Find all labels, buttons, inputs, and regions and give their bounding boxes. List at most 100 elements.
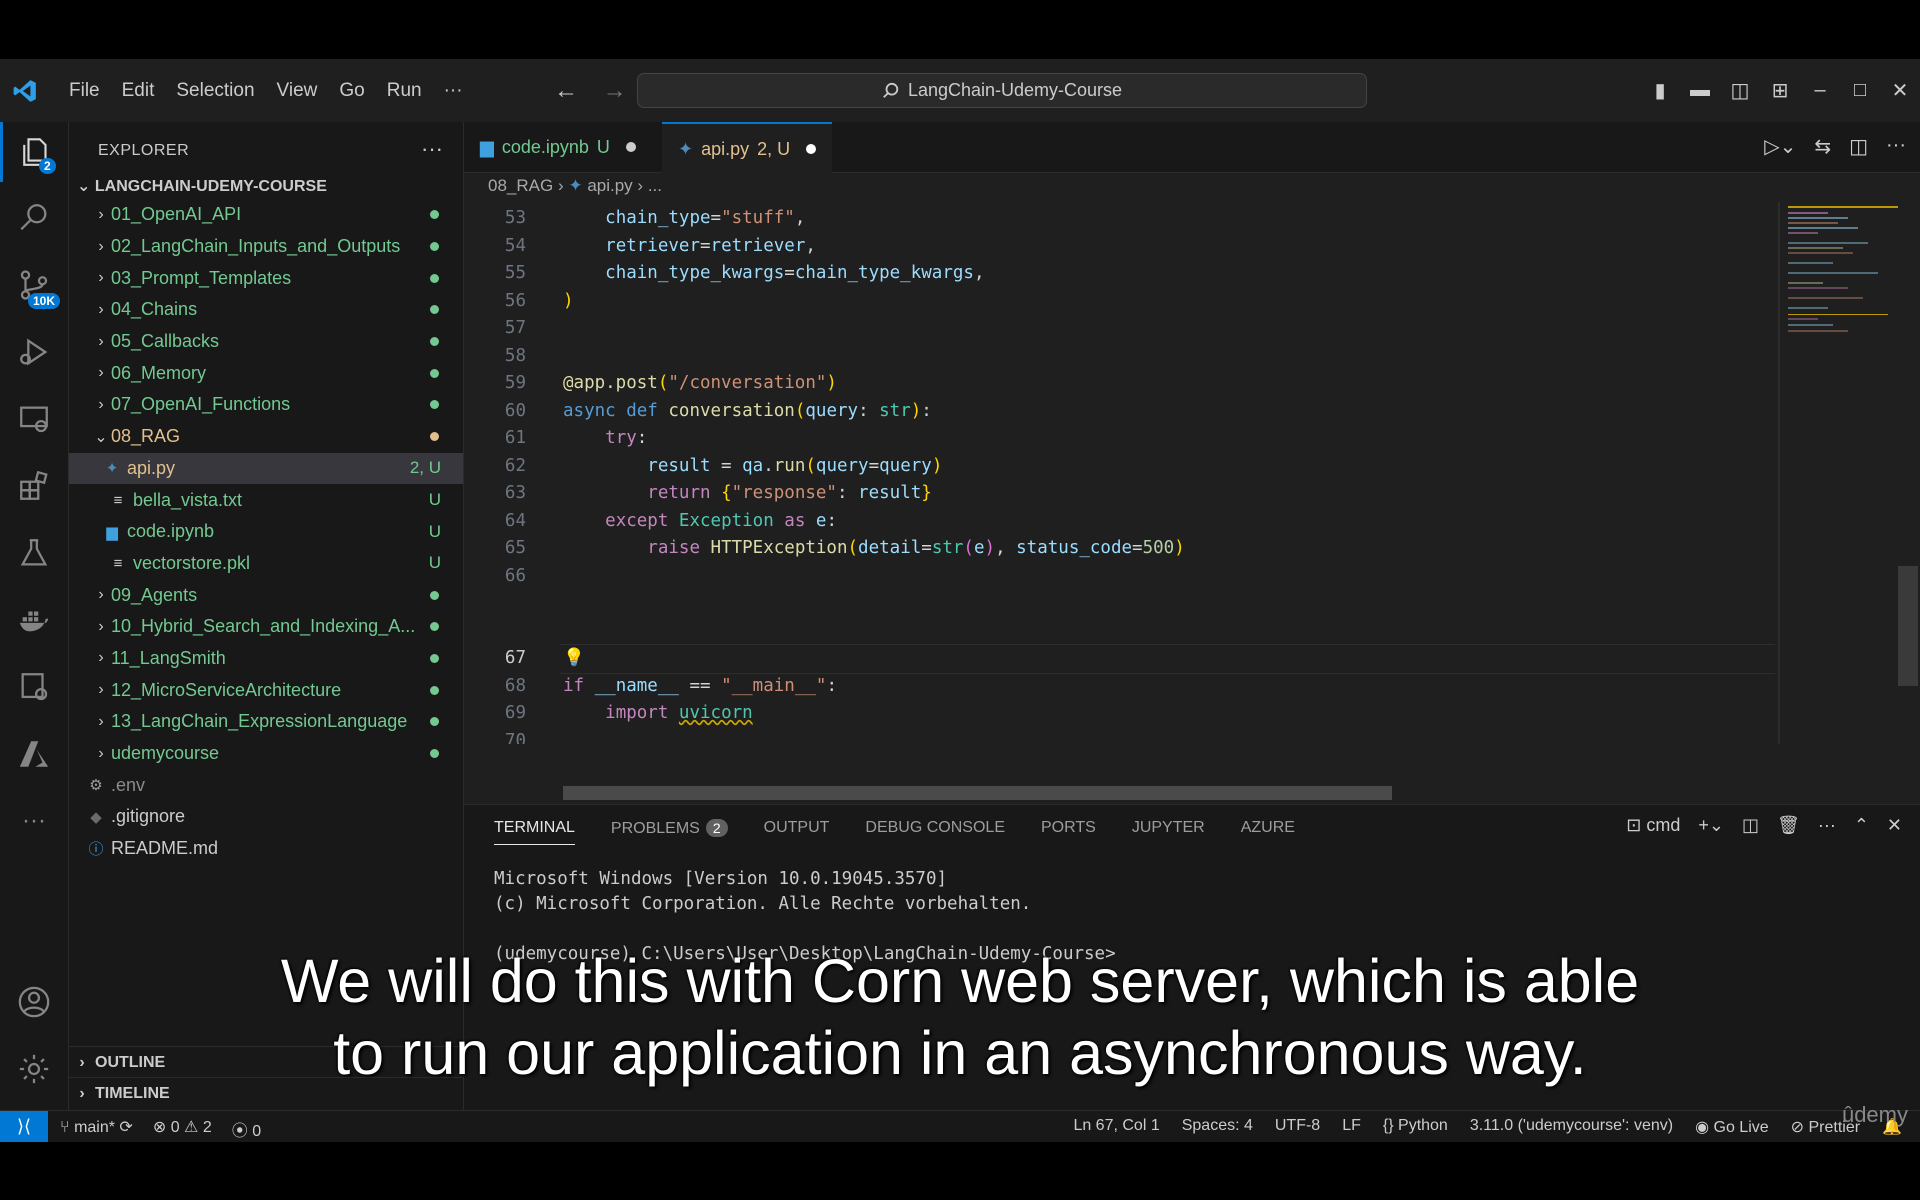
- search-icon: [883, 82, 899, 98]
- remote-settings-icon[interactable]: [0, 657, 68, 717]
- kill-terminal-trash-icon[interactable]: 🗑: [1777, 815, 1800, 836]
- testing-icon[interactable]: [0, 523, 68, 583]
- language-mode[interactable]: {} Python: [1383, 1117, 1448, 1137]
- tab-azure[interactable]: AZURE: [1241, 819, 1295, 845]
- toggle-sidebar-icon[interactable]: ▮: [1640, 78, 1680, 103]
- chevron-right-icon: ›: [637, 176, 648, 195]
- tree-file[interactable]: ◆ .gitignore: [69, 801, 463, 833]
- tree-folder[interactable]: › 13_LangChain_ExpressionLanguage: [69, 706, 463, 738]
- tree-folder[interactable]: › 11_LangSmith: [69, 643, 463, 675]
- tree-file[interactable]: ≡ vectorstore.pkl U: [69, 548, 463, 580]
- menu-edit[interactable]: Edit: [111, 80, 166, 102]
- workspace-root[interactable]: ⌄ LANGCHAIN-UDEMY-COURSE: [77, 176, 327, 196]
- branch-indicator[interactable]: ⑂ main* ⟳: [60, 1117, 133, 1141]
- tree-folder[interactable]: › 03_Prompt_Templates: [69, 262, 463, 294]
- unsaved-dot-icon[interactable]: [806, 144, 817, 154]
- menu-go[interactable]: Go: [328, 80, 375, 102]
- chevron-right-icon: ›: [98, 649, 104, 667]
- code-editor[interactable]: 53 54 55 56 57 58 59 60 61 62 63 64 65 6…: [464, 202, 1777, 744]
- tree-folder[interactable]: › 02_LangChain_Inputs_and_Outputs: [69, 231, 463, 263]
- tree-folder[interactable]: › 06_Memory: [69, 357, 463, 389]
- toggle-secondary-sidebar-icon[interactable]: ◫: [1720, 78, 1760, 103]
- remote-indicator-icon[interactable]: ⟩⟨: [0, 1111, 48, 1142]
- close-panel-icon[interactable]: ✕: [1887, 815, 1902, 836]
- horizontal-scrollbar[interactable]: [563, 786, 1392, 800]
- tab-code-ipynb[interactable]: ▆ code.ipynb U: [464, 122, 652, 172]
- panel-actions: ⊡ cmd +⌄ ◫ 🗑 ··· ⌃ ✕: [1626, 815, 1902, 836]
- menu-file[interactable]: File: [58, 80, 111, 102]
- new-terminal-icon[interactable]: +⌄: [1698, 815, 1724, 836]
- tab-problems[interactable]: PROBLEMS 2: [611, 819, 728, 845]
- explorer-more-button[interactable]: ···: [421, 136, 443, 162]
- tab-debug-console[interactable]: DEBUG CONSOLE: [865, 819, 1005, 845]
- tree-file[interactable]: ▆ code.ipynb U: [69, 516, 463, 548]
- source-control-icon[interactable]: 10K: [0, 255, 68, 315]
- problems-indicator[interactable]: ⊗ 0 ⚠ 2: [153, 1117, 212, 1141]
- customize-layout-icon[interactable]: ⊞: [1760, 78, 1800, 103]
- tree-folder[interactable]: › 01_OpenAI_API: [69, 199, 463, 231]
- minimize-icon[interactable]: –: [1800, 79, 1840, 102]
- tree-file-selected[interactable]: ✦ api.py 2, U: [69, 452, 463, 485]
- split-terminal-icon[interactable]: ◫: [1742, 815, 1759, 836]
- breadcrumb-file[interactable]: api.py: [587, 176, 632, 195]
- explorer-icon[interactable]: 2: [0, 122, 71, 182]
- extensions-icon[interactable]: [0, 456, 68, 516]
- tab-ports[interactable]: PORTS: [1041, 819, 1096, 845]
- unsaved-dot-icon[interactable]: [625, 142, 636, 152]
- minimap[interactable]: [1778, 202, 1908, 744]
- split-editor-icon[interactable]: ◫: [1849, 134, 1868, 159]
- maximize-panel-chevron-up-icon[interactable]: ⌃: [1854, 815, 1869, 836]
- tree-folder-open[interactable]: ⌄ 08_RAG: [69, 421, 463, 453]
- more-views-icon[interactable]: ···: [0, 791, 68, 851]
- tree-folder[interactable]: › 10_Hybrid_Search_and_Indexing_A...: [69, 611, 463, 643]
- search-icon[interactable]: [0, 188, 68, 248]
- cursor-position[interactable]: Ln 67, Col 1: [1073, 1117, 1159, 1137]
- open-changes-icon[interactable]: ⇆: [1814, 134, 1831, 159]
- indentation[interactable]: Spaces: 4: [1182, 1117, 1253, 1137]
- tree-folder[interactable]: › 09_Agents: [69, 579, 463, 611]
- docker-icon[interactable]: [0, 590, 68, 650]
- tab-jupyter[interactable]: JUPYTER: [1132, 819, 1205, 845]
- menu-more[interactable]: ···: [433, 80, 474, 102]
- azure-icon[interactable]: [0, 724, 68, 784]
- menu-selection[interactable]: Selection: [165, 80, 265, 102]
- maximize-icon[interactable]: □: [1840, 79, 1880, 102]
- python-interpreter[interactable]: 3.11.0 ('udemycourse': venv): [1470, 1117, 1673, 1137]
- tree-folder[interactable]: › 04_Chains: [69, 294, 463, 326]
- git-status-dot: [430, 622, 439, 632]
- breadcrumb-more[interactable]: ...: [648, 176, 662, 195]
- breadcrumb-folder[interactable]: 08_RAG: [488, 176, 553, 195]
- tree-folder[interactable]: › 12_MicroServiceArchitecture: [69, 674, 463, 706]
- vertical-scrollbar[interactable]: [1898, 566, 1918, 686]
- tab-api-py[interactable]: ✦ api.py 2, U: [662, 122, 833, 174]
- go-live-button[interactable]: ◉ Go Live: [1695, 1117, 1769, 1137]
- toggle-panel-icon[interactable]: ▬: [1680, 79, 1720, 102]
- encoding[interactable]: UTF-8: [1275, 1117, 1320, 1137]
- git-status-dot: [430, 400, 439, 410]
- run-debug-icon[interactable]: [0, 322, 68, 382]
- terminal-shell-selector[interactable]: ⊡ cmd: [1626, 815, 1680, 836]
- close-icon[interactable]: ✕: [1880, 78, 1920, 103]
- more-actions-icon[interactable]: ···: [1886, 134, 1906, 159]
- line-number: 60: [504, 400, 526, 421]
- tab-terminal[interactable]: TERMINAL: [494, 819, 575, 845]
- command-center-search[interactable]: LangChain-Udemy-Course: [637, 73, 1367, 108]
- tree-file[interactable]: ⚙ .env: [69, 769, 463, 801]
- end-of-line[interactable]: LF: [1342, 1117, 1361, 1137]
- ports-indicator[interactable]: ⦿ 0: [232, 1117, 261, 1141]
- tree-file[interactable]: ≡ bella_vista.txt U: [69, 484, 463, 516]
- tree-folder[interactable]: › udemycourse: [69, 738, 463, 770]
- menu-view[interactable]: View: [266, 80, 329, 102]
- lightbulb-icon[interactable]: 💡: [563, 648, 585, 668]
- menu-run[interactable]: Run: [376, 80, 433, 102]
- tree-folder[interactable]: › 05_Callbacks: [69, 326, 463, 358]
- remote-explorer-icon[interactable]: [0, 389, 68, 449]
- tree-file[interactable]: ⓘ README.md: [69, 833, 463, 865]
- tab-output[interactable]: OUTPUT: [764, 819, 830, 845]
- more-actions-icon[interactable]: ···: [1818, 815, 1836, 836]
- line-number: 59: [504, 373, 526, 393]
- back-arrow-icon[interactable]: ←: [554, 77, 578, 104]
- tree-folder[interactable]: › 07_OpenAI_Functions: [69, 389, 463, 421]
- forward-arrow-icon[interactable]: →: [603, 77, 627, 104]
- run-file-icon[interactable]: ▷⌄: [1764, 134, 1796, 159]
